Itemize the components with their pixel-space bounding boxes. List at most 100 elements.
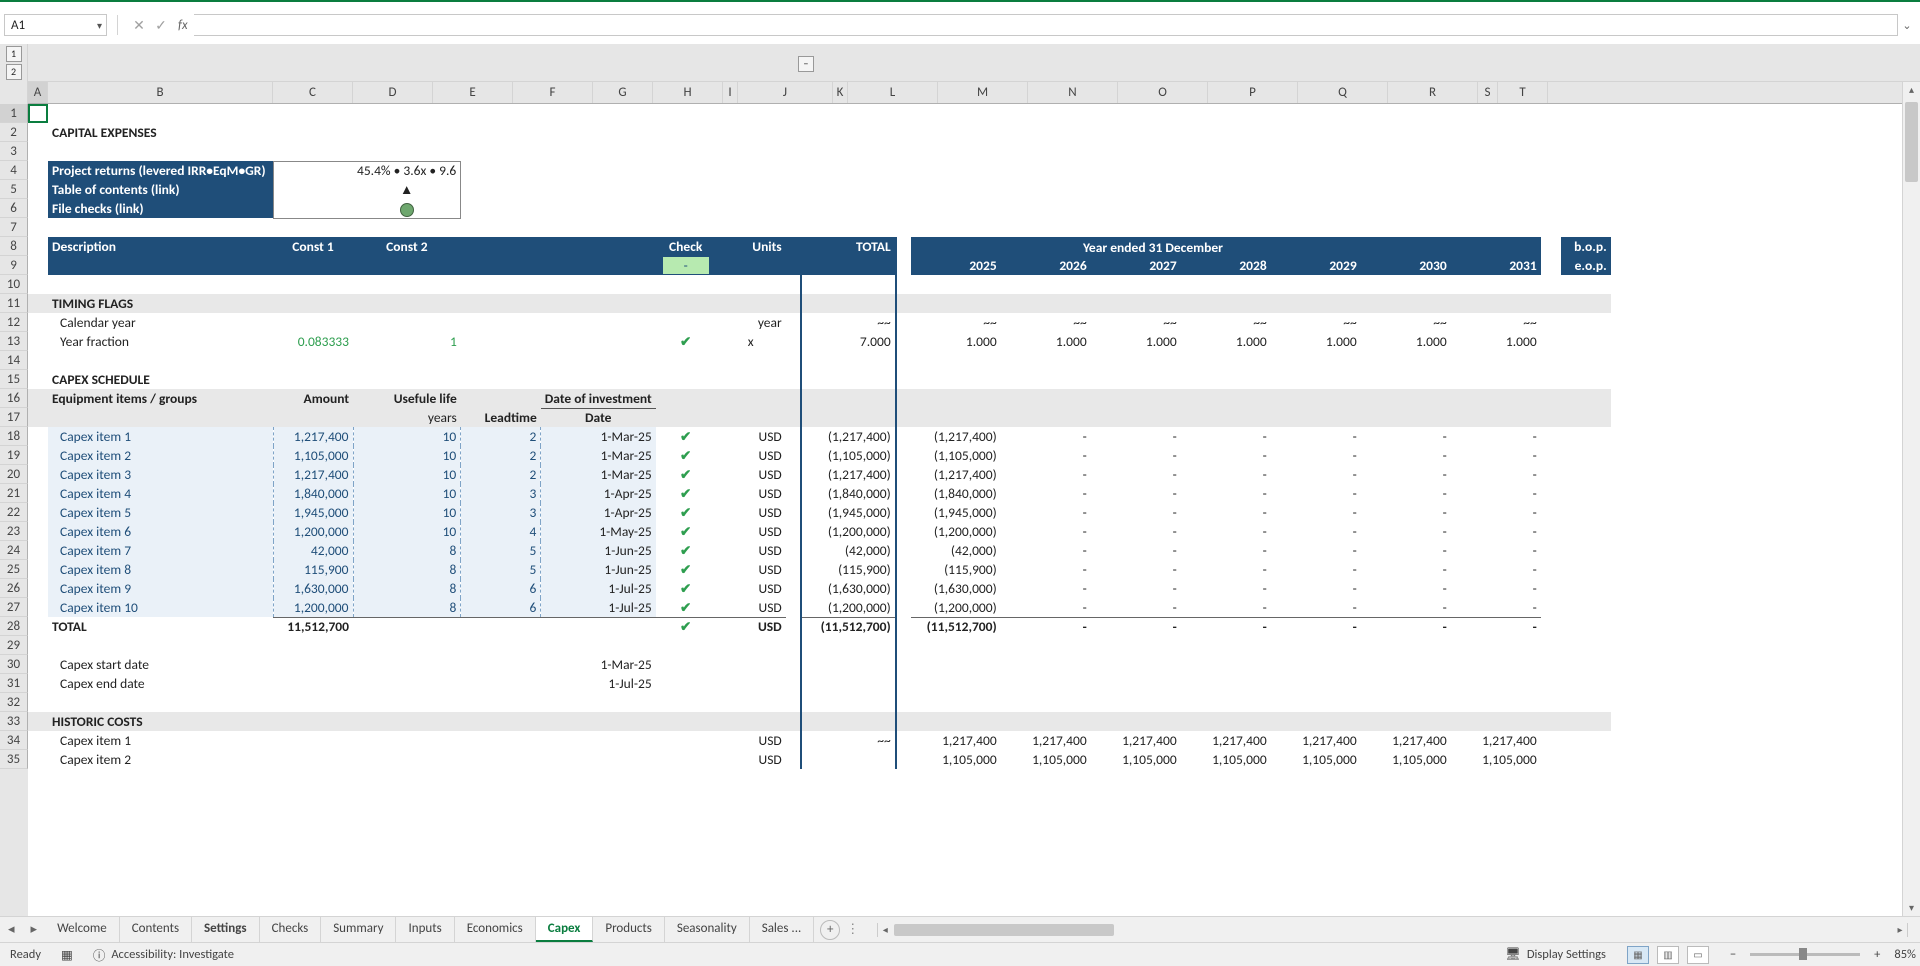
row-header-4[interactable]: 4 xyxy=(0,161,28,180)
zoom-knob[interactable] xyxy=(1799,948,1807,960)
row-header-3[interactable]: 3 xyxy=(0,142,28,161)
spreadsheet[interactable]: CAPITAL EXPENSESProject returns (levered… xyxy=(28,104,1611,769)
capex-item-2[interactable]: Capex item 2 xyxy=(48,446,273,465)
row-header-13[interactable]: 13 xyxy=(0,332,28,351)
sheet-tab-inputs[interactable]: Inputs xyxy=(396,917,454,942)
zoom-out-button[interactable]: − xyxy=(1730,947,1736,962)
column-header-P[interactable]: P xyxy=(1208,82,1298,103)
column-header-E[interactable]: E xyxy=(433,82,513,103)
grid-area[interactable]: ABCDEFGHIJKLMNOPQRST CAPITAL EXPENSESPro… xyxy=(28,82,1920,916)
sheet-tab-summary[interactable]: Summary xyxy=(321,917,396,942)
column-header-O[interactable]: O xyxy=(1118,82,1208,103)
capex-item-10[interactable]: Capex item 10 xyxy=(48,598,273,617)
column-header-C[interactable]: C xyxy=(273,82,353,103)
column-header-J[interactable]: J xyxy=(738,82,833,103)
row-header-17[interactable]: 17 xyxy=(0,408,28,427)
sheet-tab-contents[interactable]: Contents xyxy=(120,917,192,942)
row-header-30[interactable]: 30 xyxy=(0,655,28,674)
accessibility-status[interactable]: ⓘ Accessibility: Investigate xyxy=(83,945,244,964)
enter-icon[interactable]: ✓ xyxy=(150,17,172,34)
fx-icon[interactable]: fx xyxy=(178,18,188,33)
column-header-K[interactable]: K xyxy=(833,82,848,103)
outline-level-1[interactable]: 1 xyxy=(6,46,22,62)
tab-nav-prev-icon[interactable]: ◂ xyxy=(0,922,23,937)
column-header-T[interactable]: T xyxy=(1498,82,1548,103)
column-header-F[interactable]: F xyxy=(513,82,593,103)
sheet-tab-welcome[interactable]: Welcome xyxy=(45,917,120,942)
outline-level-2[interactable]: 2 xyxy=(6,64,22,80)
capex-item-3[interactable]: Capex item 3 xyxy=(48,465,273,484)
sheet-tab-seasonality[interactable]: Seasonality xyxy=(665,917,750,942)
row-header-8[interactable]: 8 xyxy=(0,237,28,256)
row-header-16[interactable]: 16 xyxy=(0,389,28,408)
zoom-slider[interactable] xyxy=(1750,953,1860,956)
capex-item-8[interactable]: Capex item 8 xyxy=(48,560,273,579)
column-header-B[interactable]: B xyxy=(48,82,273,103)
sheet-tab-capex[interactable]: Capex xyxy=(536,917,594,942)
row-header-29[interactable]: 29 xyxy=(0,636,28,655)
row-header-22[interactable]: 22 xyxy=(0,503,28,522)
zoom-value[interactable]: 85% xyxy=(1894,947,1916,962)
capex-item-9[interactable]: Capex item 9 xyxy=(48,579,273,598)
column-header-S[interactable]: S xyxy=(1478,82,1498,103)
column-header-D[interactable]: D xyxy=(353,82,433,103)
row-header-24[interactable]: 24 xyxy=(0,541,28,560)
zoom-in-button[interactable]: + xyxy=(1874,947,1880,962)
sheet-tab-products[interactable]: Products xyxy=(593,917,665,942)
column-header-I[interactable]: I xyxy=(723,82,738,103)
row-header-5[interactable]: 5 xyxy=(0,180,28,199)
capex-item-5[interactable]: Capex item 5 xyxy=(48,503,273,522)
scroll-thumb[interactable] xyxy=(1905,102,1918,182)
row-header-21[interactable]: 21 xyxy=(0,484,28,503)
sheet-tab-settings[interactable]: Settings xyxy=(192,917,260,942)
row-header-31[interactable]: 31 xyxy=(0,674,28,693)
name-box[interactable]: A1 ▾ xyxy=(4,14,107,36)
hscroll-left-icon[interactable]: ◂ xyxy=(878,923,892,936)
row-header-11[interactable]: 11 xyxy=(0,294,28,313)
sheet-tab-sales-[interactable]: Sales ... xyxy=(750,917,815,942)
capex-item-1[interactable]: Capex item 1 xyxy=(48,427,273,446)
row-header-28[interactable]: 28 xyxy=(0,617,28,636)
view-page-break-button[interactable]: ▭ xyxy=(1687,946,1709,964)
row-header-9[interactable]: 9 xyxy=(0,256,28,275)
view-normal-button[interactable]: ▦ xyxy=(1627,946,1649,964)
row-header-14[interactable]: 14 xyxy=(0,351,28,370)
outline-collapse[interactable]: − xyxy=(798,56,814,72)
sheet-tab-economics[interactable]: Economics xyxy=(455,917,536,942)
column-header-L[interactable]: L xyxy=(848,82,938,103)
sheet-tab-checks[interactable]: Checks xyxy=(260,917,322,942)
row-header-19[interactable]: 19 xyxy=(0,446,28,465)
row-header-12[interactable]: 12 xyxy=(0,313,28,332)
row-header-23[interactable]: 23 xyxy=(0,522,28,541)
row-header-34[interactable]: 34 xyxy=(0,731,28,750)
toc-icon[interactable]: ▲ xyxy=(353,180,461,199)
row-header-27[interactable]: 27 xyxy=(0,598,28,617)
column-header-R[interactable]: R xyxy=(1388,82,1478,103)
file-checks-link[interactable]: File checks (link) xyxy=(48,199,273,218)
column-header-M[interactable]: M xyxy=(938,82,1028,103)
row-header-25[interactable]: 25 xyxy=(0,560,28,579)
toc-link[interactable]: Table of contents (link) xyxy=(48,180,273,199)
display-settings-button[interactable]: 🖥 Display Settings xyxy=(1495,947,1616,962)
cancel-icon[interactable]: ✕ xyxy=(128,17,150,34)
capex-item-6[interactable]: Capex item 6 xyxy=(48,522,273,541)
add-sheet-button[interactable]: + xyxy=(820,920,840,940)
row-header-33[interactable]: 33 xyxy=(0,712,28,731)
row-header-2[interactable]: 2 xyxy=(0,123,28,142)
formula-input[interactable] xyxy=(194,14,1898,36)
row-header-1[interactable]: 1 xyxy=(0,104,28,123)
tab-nav-next-icon[interactable]: ▸ xyxy=(23,922,46,937)
formula-expand-icon[interactable]: ⌄ xyxy=(1898,19,1916,32)
name-box-dropdown-icon[interactable]: ▾ xyxy=(97,19,102,32)
column-header-H[interactable]: H xyxy=(653,82,723,103)
row-header-26[interactable]: 26 xyxy=(0,579,28,598)
row-header-6[interactable]: 6 xyxy=(0,199,28,218)
hscroll-thumb[interactable] xyxy=(894,924,1114,936)
view-page-layout-button[interactable]: ▥ xyxy=(1657,946,1679,964)
row-header-18[interactable]: 18 xyxy=(0,427,28,446)
row-header-32[interactable]: 32 xyxy=(0,693,28,712)
vertical-scrollbar[interactable]: ▴ ▾ xyxy=(1902,82,1920,916)
scroll-up-icon[interactable]: ▴ xyxy=(1903,82,1920,98)
scroll-down-icon[interactable]: ▾ xyxy=(1903,900,1920,916)
capex-item-4[interactable]: Capex item 4 xyxy=(48,484,273,503)
